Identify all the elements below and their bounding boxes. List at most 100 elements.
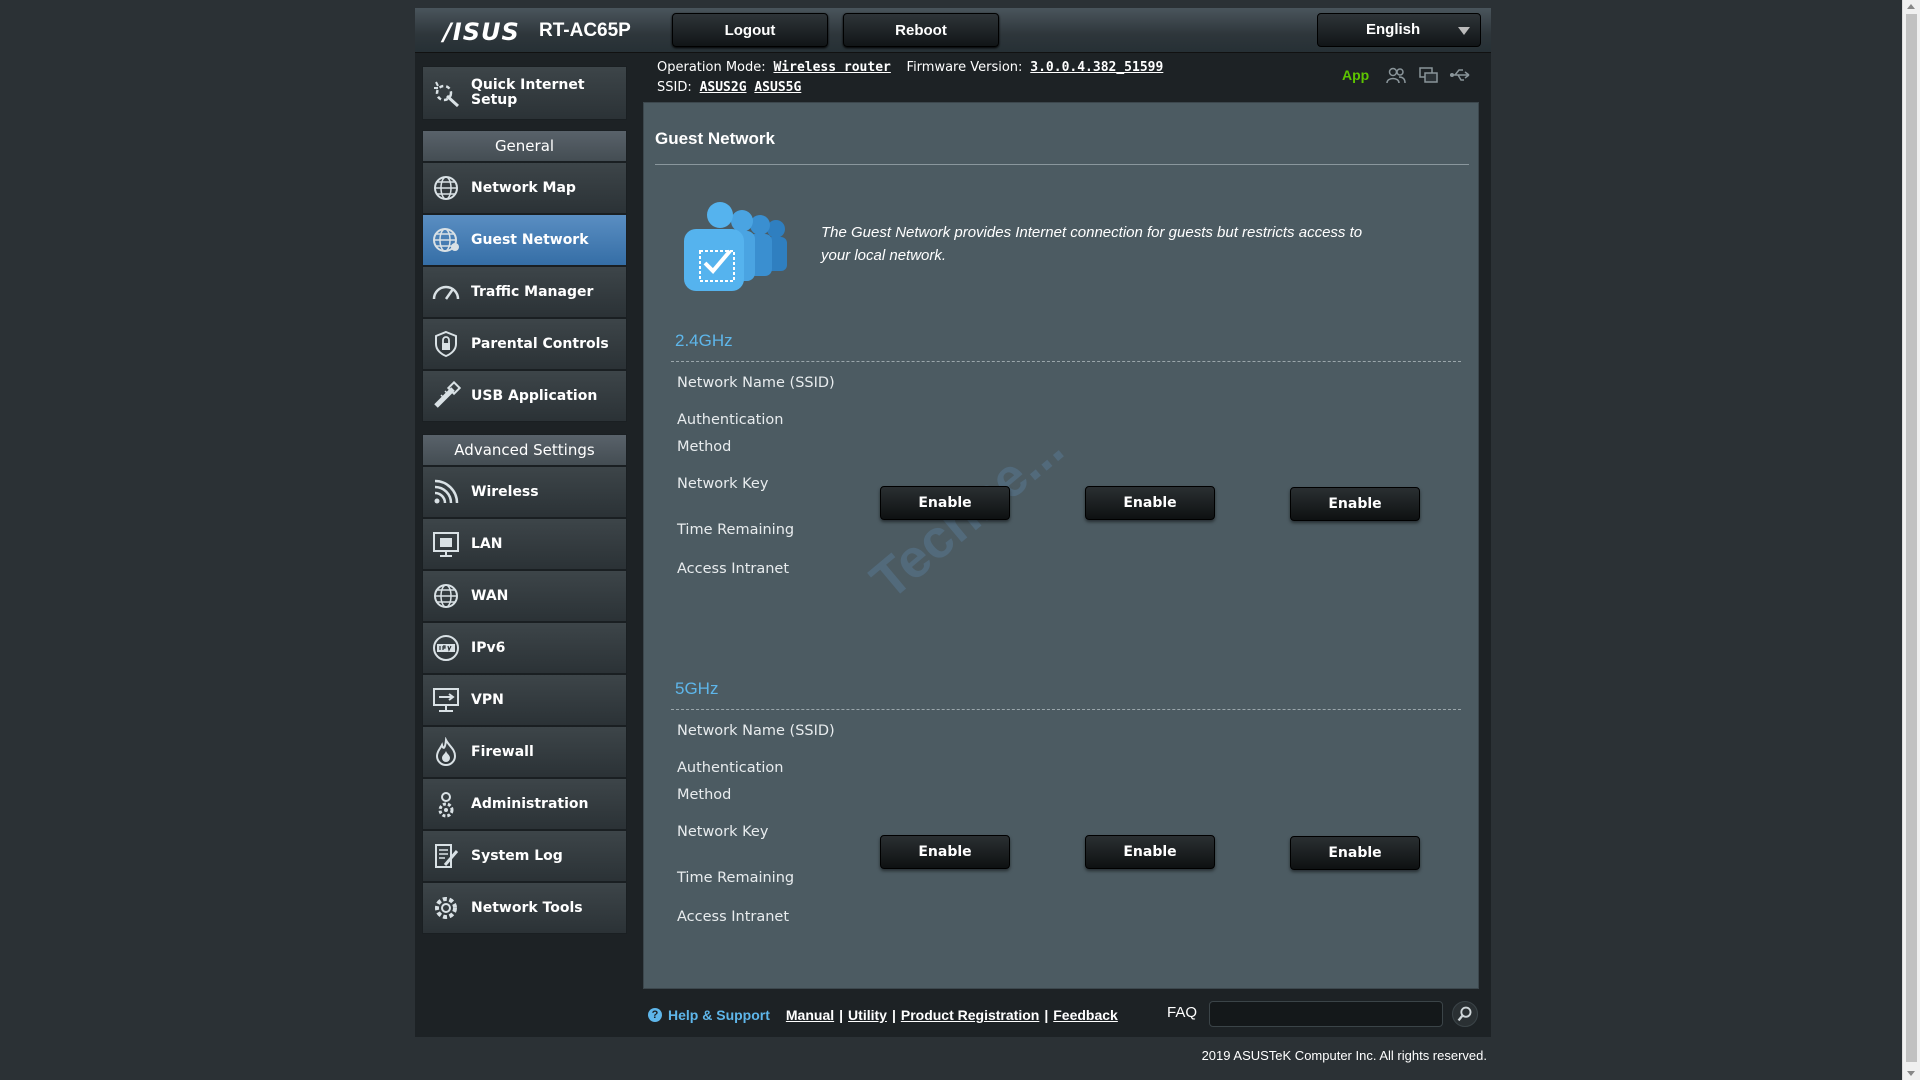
logout-button[interactable]: Logout bbox=[672, 13, 828, 47]
ssid-label: SSID: bbox=[657, 80, 692, 95]
sidebar-item-firewall[interactable]: Firewall bbox=[422, 726, 627, 778]
admin-gear-icon bbox=[438, 792, 454, 818]
sidebar-item-label: VPN bbox=[471, 692, 504, 708]
clients-icon[interactable] bbox=[1385, 66, 1407, 84]
lan-icon bbox=[433, 532, 459, 557]
sidebar-item-vpn[interactable]: VPN bbox=[422, 674, 627, 726]
wifi-icon bbox=[434, 479, 459, 504]
sidebar-item-label: System Log bbox=[471, 848, 563, 864]
help-support-link[interactable]: Help & Support bbox=[668, 1007, 770, 1023]
ssid-2g-link[interactable]: ASUS2G bbox=[700, 80, 747, 95]
operation-mode-link[interactable]: Wireless router bbox=[773, 60, 890, 75]
enable-button[interactable]: Enable bbox=[880, 835, 1010, 869]
sidebar-item-usb-application[interactable]: USB Application bbox=[422, 370, 627, 422]
firmware-label: Firmware Version: bbox=[906, 60, 1023, 75]
usb-status-icon[interactable] bbox=[1449, 66, 1471, 84]
feedback-link[interactable]: Feedback bbox=[1053, 1007, 1118, 1023]
language-value: English bbox=[1366, 21, 1421, 38]
sidebar-item-label: Administration bbox=[471, 796, 589, 812]
auth-label: Authentication bbox=[677, 412, 784, 428]
sidebar-item-network-map[interactable]: Network Map bbox=[422, 162, 627, 214]
copyright: 2019 ASUSTeK Computer Inc. All rights re… bbox=[1201, 1048, 1487, 1063]
sidebar-item-label: LAN bbox=[471, 536, 503, 552]
usb-icon bbox=[434, 381, 461, 408]
page-scrollbar[interactable] bbox=[1902, 0, 1920, 1080]
network-key-label: Network Key bbox=[677, 824, 769, 840]
auth-label-2: Method bbox=[677, 439, 732, 455]
sidebar-item-network-tools[interactable]: Network Tools bbox=[422, 882, 627, 934]
help-icon: ? bbox=[648, 1008, 662, 1022]
sidebar-item-label: Guest Network bbox=[471, 232, 589, 248]
sidebar-item-label: Wireless bbox=[471, 484, 539, 500]
guest-network-panel: Guest Network The Guest Network provides… bbox=[643, 102, 1479, 989]
top-bar: /ISUS RT-AC65P Logout Reboot English bbox=[415, 8, 1491, 53]
globe-icon bbox=[434, 176, 458, 200]
app-link[interactable]: App bbox=[1342, 67, 1369, 83]
network-key-label: Network Key bbox=[677, 476, 769, 492]
sidebar-item-label: IPv6 bbox=[471, 640, 506, 656]
sidebar-item-label: Parental Controls bbox=[471, 336, 609, 352]
scroll-down-icon[interactable] bbox=[1907, 1071, 1915, 1076]
manual-link[interactable]: Manual bbox=[786, 1007, 834, 1023]
sidebar: Quick Internet Setup General Network Map… bbox=[422, 66, 627, 934]
faq-search-input[interactable] bbox=[1209, 1001, 1443, 1027]
sidebar-item-label: Network Map bbox=[471, 180, 576, 196]
sidebar-item-label: Network Tools bbox=[471, 900, 583, 916]
auth-label-2: Method bbox=[677, 787, 732, 803]
sidebar-item-label: Quick Internet Setup bbox=[471, 77, 585, 108]
time-remaining-label: Time Remaining bbox=[677, 522, 795, 538]
utility-link[interactable]: Utility bbox=[848, 1007, 887, 1023]
model-name: RT-AC65P bbox=[539, 20, 631, 41]
sidebar-item-label: USB Application bbox=[471, 388, 598, 404]
band-5g-divider bbox=[671, 709, 1461, 710]
speedometer-icon bbox=[432, 285, 460, 300]
asus-logo: /ISUS bbox=[443, 18, 520, 46]
scrollbar-thumb[interactable] bbox=[1906, 14, 1917, 1062]
sidebar-item-parental-controls[interactable]: Parental Controls bbox=[422, 318, 627, 370]
guest-users-icon bbox=[684, 202, 787, 291]
scroll-up-icon[interactable] bbox=[1907, 4, 1915, 9]
link-separator: | bbox=[891, 1007, 896, 1023]
sidebar-item-guest-network[interactable]: Guest Network bbox=[422, 214, 627, 266]
enable-button[interactable]: Enable bbox=[1290, 487, 1420, 521]
enable-button[interactable]: Enable bbox=[880, 486, 1010, 520]
guest-globe-icon bbox=[433, 228, 459, 252]
enable-button[interactable]: Enable bbox=[1085, 835, 1215, 869]
product-registration-link[interactable]: Product Registration bbox=[901, 1007, 1039, 1023]
language-select[interactable]: English bbox=[1317, 13, 1481, 47]
router-frame: /ISUS RT-AC65P Logout Reboot English Ope… bbox=[415, 8, 1491, 1063]
ipv6-icon bbox=[433, 635, 459, 661]
sidebar-header-general: General bbox=[422, 130, 627, 162]
sidebar-item-wan[interactable]: WAN bbox=[422, 570, 627, 622]
sidebar-item-wireless[interactable]: Wireless bbox=[422, 466, 627, 518]
enable-button[interactable]: Enable bbox=[1085, 486, 1215, 520]
enable-button[interactable]: Enable bbox=[1290, 836, 1420, 870]
sidebar-item-ipv6[interactable]: IPv6 bbox=[422, 622, 627, 674]
title-divider bbox=[655, 164, 1469, 165]
reboot-button[interactable]: Reboot bbox=[843, 13, 999, 47]
search-icon[interactable] bbox=[1452, 1001, 1478, 1027]
vpn-icon bbox=[433, 688, 459, 712]
ssid-5g-link[interactable]: ASUS5G bbox=[754, 80, 801, 95]
fire-icon bbox=[435, 737, 457, 766]
sidebar-header-advanced: Advanced Settings bbox=[422, 434, 627, 466]
time-remaining-label: Time Remaining bbox=[677, 870, 795, 886]
page-description: The Guest Network provides Internet conn… bbox=[821, 224, 1363, 264]
faq-label: FAQ bbox=[1167, 1004, 1198, 1021]
sidebar-item-label: Traffic Manager bbox=[471, 284, 594, 300]
access-intranet-label: Access Intranet bbox=[677, 909, 790, 925]
sidebar-item-system-log[interactable]: System Log bbox=[422, 830, 627, 882]
sidebar-item-administration[interactable]: Administration bbox=[422, 778, 627, 830]
status-icons: App bbox=[1342, 66, 1471, 84]
access-intranet-label: Access Intranet bbox=[677, 561, 790, 577]
link-separator: | bbox=[1044, 1007, 1049, 1023]
sidebar-item-lan[interactable]: LAN bbox=[422, 518, 627, 570]
firmware-link[interactable]: 3.0.0.4.382_51599 bbox=[1030, 60, 1163, 75]
footer-links: ? Help & Support Manual | Utility | Prod… bbox=[648, 1007, 1118, 1023]
ssid-label: Network Name (SSID) bbox=[677, 375, 835, 391]
sidebar-item-traffic-manager[interactable]: Traffic Manager bbox=[422, 266, 627, 318]
sidebar-item-quick-internet-setup[interactable]: Quick Internet Setup bbox=[422, 66, 627, 120]
sidebar-item-label: Firewall bbox=[471, 744, 534, 760]
devices-icon[interactable] bbox=[1417, 66, 1439, 84]
log-icon bbox=[435, 844, 459, 868]
